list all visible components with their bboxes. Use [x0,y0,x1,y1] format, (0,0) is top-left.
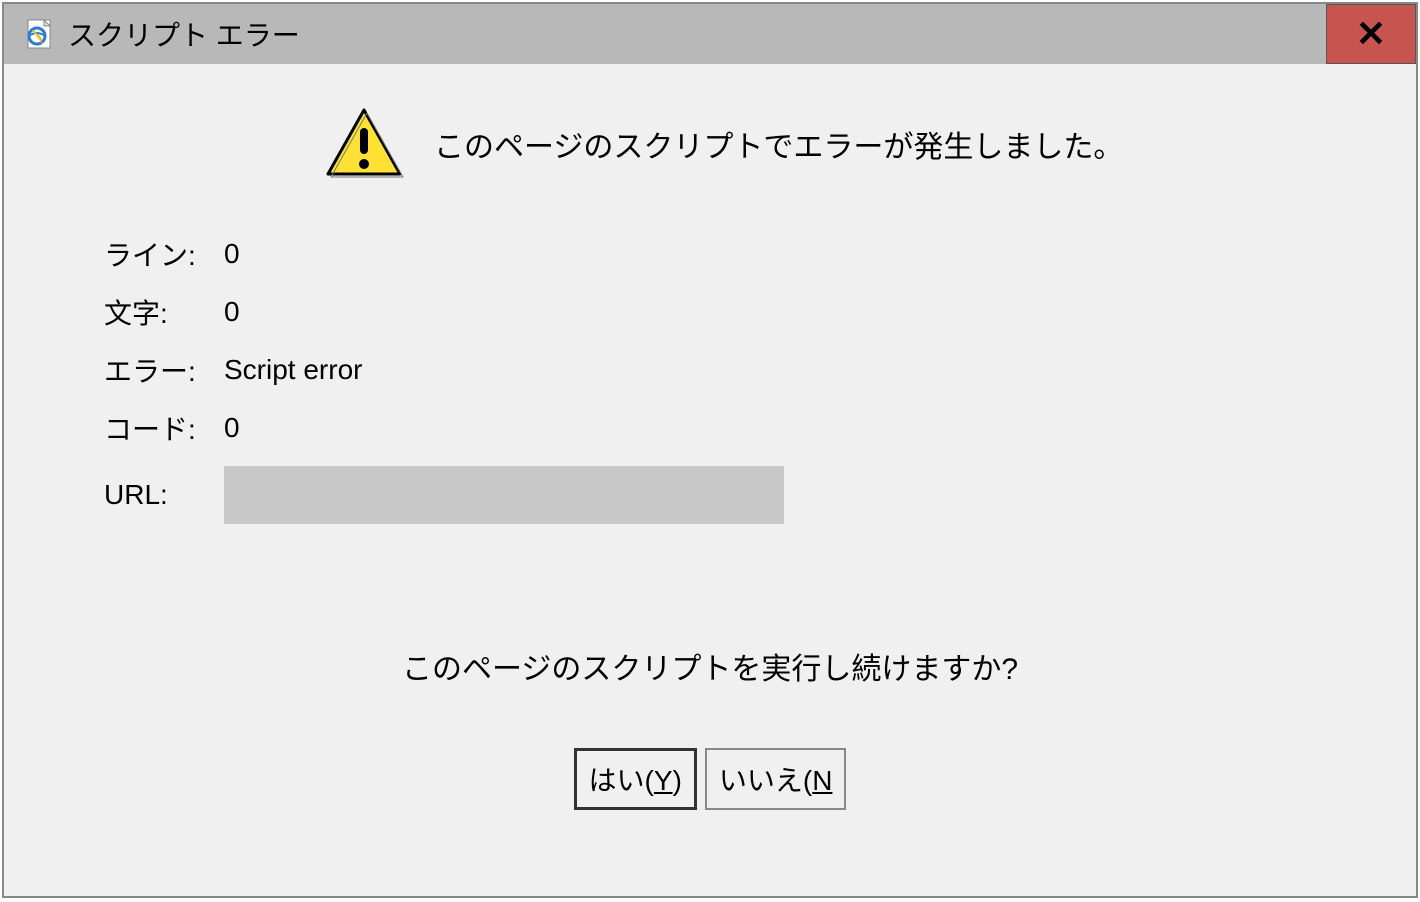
warning-icon [324,104,404,184]
url-label: URL: [104,479,214,511]
code-label: コード: [104,408,214,448]
close-button[interactable]: ✕ [1326,4,1416,64]
error-header-message: このページのスクリプトでエラーが発生しました。 [434,122,1123,166]
script-error-dialog: スクリプト エラー ✕ このページのスクリプトでエラーが発生しました。 ライン:… [2,2,1418,898]
button-row: はい(Y) いいえ(N [84,748,1336,810]
dialog-body: このページのスクリプトでエラーが発生しました。 ライン: 0 文字: 0 エラー… [4,64,1416,896]
header-row: このページのスクリプトでエラーが発生しました。 [324,104,1336,184]
code-value: 0 [214,412,1336,444]
error-value: Script error [214,354,1336,386]
char-label: 文字: [104,292,214,332]
url-value-box [224,466,784,524]
dialog-title: スクリプト エラー [68,14,300,54]
prompt-section: このページのスクリプトを実行し続けますか? はい(Y) いいえ(N [84,644,1336,810]
line-label: ライン: [104,234,214,274]
titlebar: スクリプト エラー ✕ [4,4,1416,64]
close-icon: ✕ [1356,13,1386,55]
no-button[interactable]: いいえ(N [705,748,847,810]
yes-button[interactable]: はい(Y) [574,748,697,810]
char-value: 0 [214,296,1336,328]
error-details: ライン: 0 文字: 0 エラー: Script error コード: 0 UR… [104,234,1336,524]
line-value: 0 [214,238,1336,270]
error-label: エラー: [104,350,214,390]
ie-page-icon [24,18,56,50]
continue-prompt: このページのスクリプトを実行し続けますか? [84,644,1336,688]
